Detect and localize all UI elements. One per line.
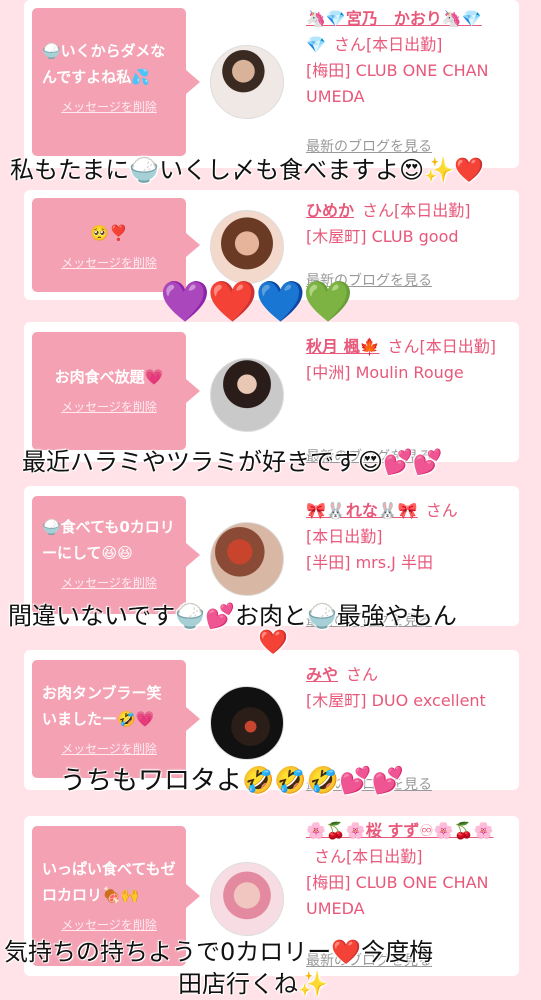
san-label: さん [333, 35, 366, 54]
avatar[interactable] [210, 45, 284, 119]
status-label: [本日出勤] [419, 337, 497, 356]
hearts-sticker: 💜❤️💙💚 [160, 279, 353, 325]
avatar[interactable] [210, 686, 284, 760]
cast-name-link[interactable]: 🦄💎宮乃 かおり🦄💎 [306, 9, 482, 28]
message-text: 🍚食べても0カロリーにして😆😆 [42, 518, 175, 562]
overlay-caption: 気持ちの持ちようで0カロリー❤️今度梅 [4, 938, 434, 966]
delete-message-link[interactable]: メッセージを削除 [42, 574, 176, 591]
avatar[interactable] [210, 358, 284, 432]
name-emoji: 💎 [306, 35, 326, 54]
cast-name-link[interactable]: ひめか [306, 201, 354, 220]
status-label: [本日出勤] [346, 847, 423, 866]
avatar[interactable] [210, 862, 284, 936]
message-text: 🍚いくからダメなんですよね私💦 [42, 42, 166, 86]
shop-label: [木屋町] CLUB good [306, 227, 459, 246]
delete-message-link[interactable]: メッセージを削除 [42, 98, 176, 115]
delete-message-link[interactable]: メッセージを削除 [42, 916, 176, 933]
status-label: [本日出勤] [365, 35, 443, 54]
shop-label: [梅田] CLUB ONE CHAN UMEDA [306, 61, 489, 106]
overlay-caption: 最近ハラミやツラミが好きです😍💕💕 [22, 448, 443, 476]
shop-label: [梅田] CLUB ONE CHAN UMEDA [306, 873, 489, 918]
delete-message-link[interactable]: メッセージを削除 [42, 254, 176, 271]
san-label: さん [346, 665, 379, 684]
san-label: さん [425, 501, 458, 520]
overlay-caption: 間違いないです🍚💕お肉と🍚最強やもん [8, 602, 457, 630]
message-text: お肉食べ放題💗 [54, 368, 164, 386]
message-card: お肉食べ放題💗 メッセージを削除 秋月 楓🍁 さん[本日出勤] [中洲] Moul… [24, 322, 519, 465]
message-bubble: 🍚いくからダメなんですよね私💦 メッセージを削除 [32, 8, 200, 156]
cast-name-link[interactable]: 秋月 楓🍁 [306, 337, 380, 356]
delete-message-link[interactable]: メッセージを削除 [42, 398, 176, 415]
delete-message-link[interactable]: メッセージを削除 [42, 740, 176, 757]
overlay-caption: ❤️ [258, 628, 288, 656]
shop-label: [半田] mrs.J 半田 [306, 553, 433, 572]
san-label: さん [314, 847, 347, 866]
shop-label: [木屋町] DUO excellent [306, 691, 486, 710]
san-label: さん [387, 337, 420, 356]
shop-label: [中洲] Moulin Rouge [306, 363, 464, 382]
cast-name-link[interactable]: みや [306, 665, 338, 684]
overlay-caption: 私もたまに🍚いくし〆も食べますよ😍✨❤️ [10, 156, 484, 184]
message-bubble: お肉食べ放題💗 メッセージを削除 [32, 332, 200, 450]
cast-name-link[interactable]: 🎀🐰れな🐰🎀 [306, 501, 418, 520]
overlay-caption: うちもワロタよ🤣🤣🤣💕💕 [60, 766, 404, 796]
status-label: [本日出勤] [306, 527, 383, 546]
cast-name-link[interactable]: 🌸🍒🌸桜 すず♾🌸🍒🌸 [306, 821, 493, 840]
message-text: お肉タンブラー笑いましたー🤣💗 [42, 684, 162, 728]
avatar[interactable] [210, 522, 284, 596]
message-text: いっぱい食べてもゼロカロリ🍖🙌 [42, 860, 176, 904]
message-text: 🥺❣️ [90, 224, 128, 242]
san-label: さん [362, 201, 395, 220]
status-label: [本日出勤] [394, 201, 471, 220]
overlay-caption: 田店行くね✨ [178, 970, 328, 998]
avatar[interactable] [210, 210, 284, 284]
message-card: 🍚いくからダメなんですよね私💦 メッセージを削除 🦄💎宮乃 かおり🦄💎 💎 さん[… [24, 0, 519, 168]
